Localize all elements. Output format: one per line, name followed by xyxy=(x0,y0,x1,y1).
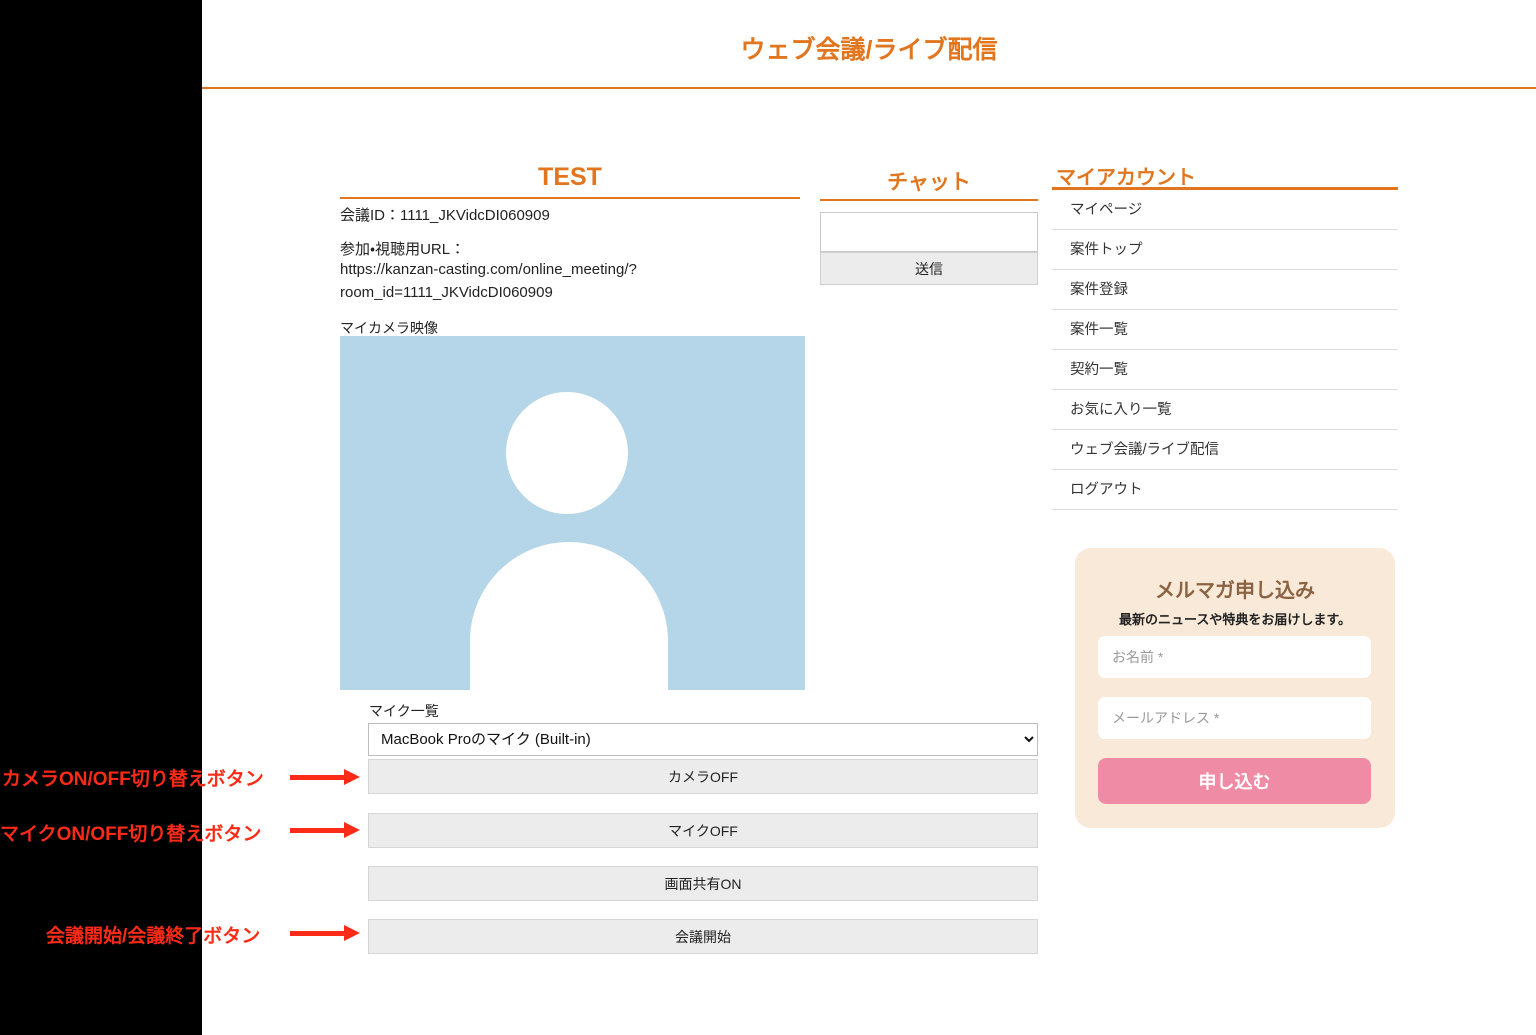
meeting-url-line1: https://kanzan-casting.com/online_meetin… xyxy=(340,261,637,278)
chat-title: チャット xyxy=(820,166,1038,196)
arrow-head-icon xyxy=(344,925,360,941)
arrow-shaft xyxy=(290,828,344,833)
newsletter-title: メルマガ申し込み xyxy=(1075,574,1395,603)
meeting-title-divider xyxy=(340,197,800,199)
arrow-shaft xyxy=(290,931,344,936)
chat-title-divider xyxy=(820,199,1038,201)
meeting-start-button[interactable]: 会議開始 xyxy=(368,919,1038,954)
left-black-panel xyxy=(0,0,202,1035)
account-menu: マイページ 案件トップ 案件登録 案件一覧 契約一覧 お気に入り一覧 ウェブ会議… xyxy=(1052,190,1398,510)
annotation-mic-toggle: マイクON/OFF切り替えボタン xyxy=(0,819,261,846)
camera-preview xyxy=(340,336,805,690)
arrow-shaft xyxy=(290,775,344,780)
annotation-arrow-camera xyxy=(290,769,360,785)
sidebar-item-web-meeting[interactable]: ウェブ会議/ライブ配信 xyxy=(1052,430,1398,470)
newsletter-submit-button[interactable]: 申し込む xyxy=(1098,758,1371,804)
meeting-url-line2: room_id=1111_JKVidcDI060909 xyxy=(340,284,553,301)
chat-input[interactable] xyxy=(820,212,1038,252)
annotation-arrow-mic xyxy=(290,822,360,838)
annotation-camera-toggle: カメラON/OFF切り替えボタン xyxy=(2,764,264,791)
newsletter-email-field[interactable] xyxy=(1098,697,1371,739)
avatar-silhouette-head-icon xyxy=(506,392,628,514)
sidebar-item-case-list[interactable]: 案件一覧 xyxy=(1052,310,1398,350)
account-section-title: マイアカウント xyxy=(1056,161,1398,190)
page-title: ウェブ会議/ライブ配信 xyxy=(202,30,1536,66)
sidebar-item-favorites[interactable]: お気に入り一覧 xyxy=(1052,390,1398,430)
annotation-arrow-meeting xyxy=(290,925,360,941)
chat-send-button[interactable]: 送信 xyxy=(820,252,1038,285)
sidebar-item-logout[interactable]: ログアウト xyxy=(1052,470,1398,510)
camera-toggle-button[interactable]: カメラOFF xyxy=(368,759,1038,794)
annotation-meeting-toggle: 会議開始/会議終了ボタン xyxy=(46,921,260,948)
mic-toggle-button[interactable]: マイクOFF xyxy=(368,813,1038,848)
meeting-url-label: 参加・視聴用URL： xyxy=(340,238,465,259)
sidebar-item-mypage[interactable]: マイページ xyxy=(1052,190,1398,230)
arrow-head-icon xyxy=(344,822,360,838)
sidebar-item-contract-list[interactable]: 契約一覧 xyxy=(1052,350,1398,390)
mic-list-label: マイク一覧 xyxy=(369,701,439,721)
meeting-title: TEST xyxy=(340,163,800,192)
arrow-head-icon xyxy=(344,769,360,785)
mic-select[interactable]: MacBook Proのマイク (Built-in) xyxy=(368,723,1038,756)
newsletter-name-field[interactable] xyxy=(1098,636,1371,678)
sidebar-item-case-top[interactable]: 案件トップ xyxy=(1052,230,1398,270)
avatar-silhouette-body-icon xyxy=(470,542,668,690)
newsletter-subtitle: 最新のニュースや特典をお届けします。 xyxy=(1075,609,1395,628)
newsletter-box: メルマガ申し込み 最新のニュースや特典をお届けします。 申し込む xyxy=(1075,548,1395,828)
screen-share-button[interactable]: 画面共有ON xyxy=(368,866,1038,901)
my-camera-label: マイカメラ映像 xyxy=(340,318,438,338)
header-divider xyxy=(202,87,1536,89)
meeting-id-text: 会議ID：1111_JKVidcDI060909 xyxy=(340,204,800,225)
sidebar-item-case-register[interactable]: 案件登録 xyxy=(1052,270,1398,310)
